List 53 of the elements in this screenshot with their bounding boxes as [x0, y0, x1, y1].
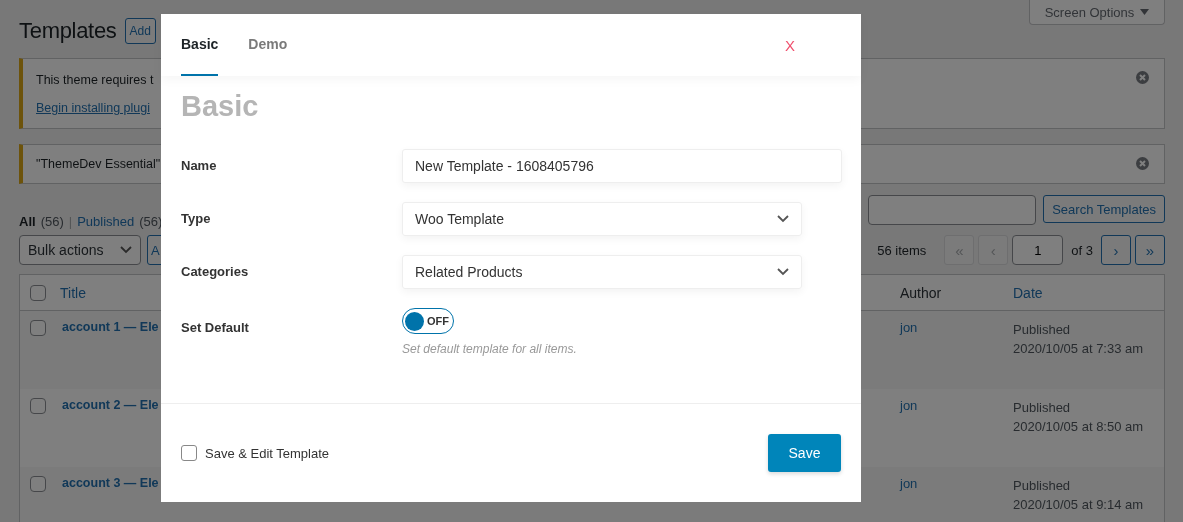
checkbox[interactable] — [181, 445, 197, 461]
field-label: Categories — [181, 264, 250, 279]
add-new-button[interactable]: Add — [124, 18, 156, 44]
section-heading: Basic — [181, 90, 260, 123]
search-field[interactable] — [868, 195, 1037, 225]
dismiss-icon[interactable] — [1136, 157, 1149, 170]
select-field[interactable]: Related Products — [402, 254, 802, 289]
field-label: Name — [181, 158, 218, 173]
close-button[interactable]: X — [779, 14, 801, 76]
separator-text: | — [68, 214, 73, 229]
notice-text: This theme requires t — [36, 72, 154, 87]
author-link[interactable]: jon — [900, 398, 1013, 413]
name-field[interactable]: New Template - 1608405796 — [402, 148, 842, 183]
notice-link[interactable]: Begin installing plugi — [36, 100, 150, 115]
help-text: Set default template for all items. — [402, 342, 577, 356]
chevron-down-icon — [777, 214, 789, 223]
author-link[interactable]: jon — [900, 320, 1013, 335]
select-field[interactable]: Woo Template — [402, 201, 802, 236]
chevron-down-icon — [777, 267, 789, 276]
date-cell-text: Published 2020/10/05 at 9:14 am — [1013, 477, 1145, 514]
author-link[interactable]: jon — [900, 476, 1013, 491]
pagination-button[interactable]: » — [1135, 235, 1165, 265]
page-number-field[interactable]: 1 — [1012, 235, 1064, 265]
bulk-actions-select[interactable]: Bulk actions — [19, 235, 141, 265]
chevron-down-icon — [120, 246, 132, 254]
triangle-down-icon — [1140, 9, 1150, 15]
filter-link[interactable]: All — [19, 214, 36, 229]
row-checkbox[interactable] — [30, 320, 46, 336]
filter-count: (56) — [40, 214, 64, 229]
column-header[interactable]: Date — [1013, 284, 1164, 301]
select-all-checkbox[interactable] — [30, 284, 46, 301]
column-header: Author — [900, 284, 943, 301]
field-label: Type — [181, 211, 212, 226]
row-checkbox[interactable] — [30, 398, 46, 414]
pagination-button[interactable]: › — [1101, 235, 1131, 265]
page-total: of 3 — [1071, 242, 1093, 258]
items-count: 56 items — [877, 242, 927, 258]
dialog-tab[interactable]: Demo — [248, 14, 288, 76]
screen-options-button[interactable]: Screen Options — [1029, 0, 1165, 25]
date-cell-text: Published 2020/10/05 at 7:33 am — [1013, 321, 1145, 358]
page-title: Templates — [19, 18, 117, 44]
notice-text: "ThemeDev Essential" — [36, 157, 161, 171]
filter-link[interactable]: Published — [77, 214, 135, 229]
dialog-tab[interactable]: Basic — [181, 14, 219, 76]
search-button[interactable]: Search Templates — [1043, 195, 1165, 223]
filter-count: (56) — [139, 214, 163, 229]
save-button[interactable]: Save — [768, 434, 841, 472]
dismiss-icon[interactable] — [1136, 71, 1149, 84]
field-label: Set Default — [181, 319, 250, 335]
date-cell-text: Published 2020/10/05 at 8:50 am — [1013, 399, 1145, 436]
toggle-switch[interactable]: OFF — [402, 308, 454, 334]
row-checkbox[interactable] — [30, 476, 46, 492]
checkbox-label[interactable]: Save & Edit Template — [205, 445, 330, 461]
